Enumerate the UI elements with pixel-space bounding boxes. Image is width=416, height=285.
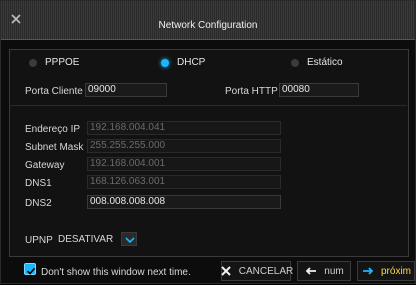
x-icon — [219, 264, 233, 278]
radio-estatico[interactable]: Estático — [291, 57, 343, 68]
upnp-label: UPNP — [25, 235, 53, 246]
radio-label: PPPOE — [45, 57, 80, 68]
ip-field[interactable]: 192.168.004.041 — [87, 121, 281, 135]
client-port-input[interactable]: 09000 — [85, 83, 167, 97]
connection-type: PPPOE DHCP Estático — [1, 57, 416, 75]
dont-show-label: Don't show this window next time. — [41, 267, 191, 278]
network-config-window: Network Configuration PPPOE DHCP Estátic… — [0, 0, 416, 284]
subnet-field[interactable]: 255.255.255.000 — [87, 139, 281, 153]
gateway-field[interactable]: 192.168.004.001 — [87, 157, 281, 171]
cancel-button[interactable]: CANCELAR — [219, 261, 294, 281]
radio-dhcp[interactable]: DHCP — [161, 57, 205, 68]
chevron-down-icon[interactable] — [121, 232, 137, 246]
client-port-label: Porta Cliente — [25, 86, 83, 97]
radio-icon — [291, 58, 299, 67]
radio-label: Estático — [307, 57, 343, 68]
subnet-label: Subnet Mask — [25, 142, 84, 153]
config-panel — [9, 49, 409, 257]
cancel-label: CANCELAR — [238, 265, 294, 277]
titlebar: Network Configuration — [1, 1, 415, 40]
dns1-label: DNS1 — [25, 178, 52, 189]
radio-selected-icon — [161, 58, 169, 67]
left-arrow-icon — [304, 264, 318, 278]
http-port-input[interactable]: 00080 — [279, 83, 359, 97]
prev-button[interactable]: num — [297, 261, 351, 281]
radio-icon — [29, 58, 37, 67]
dns2-label: DNS2 — [25, 198, 52, 209]
dns2-field[interactable]: 008.008.008.008 — [87, 195, 281, 209]
right-arrow-icon — [361, 264, 375, 278]
dont-show-checkbox[interactable] — [24, 263, 36, 275]
next-label: próxim — [380, 265, 411, 277]
prev-label: num — [324, 265, 344, 277]
dns1-field[interactable]: 168.126.063.001 — [87, 175, 281, 189]
radio-label: DHCP — [177, 57, 206, 68]
divider — [9, 105, 407, 106]
ip-label: Endereço IP — [25, 124, 81, 135]
radio-pppoe[interactable]: PPPOE — [29, 57, 79, 68]
gateway-label: Gateway — [25, 160, 65, 171]
page-title: Network Configuration — [158, 20, 258, 31]
upnp-value: DESATIVAR — [58, 234, 114, 245]
next-button[interactable]: próxim — [357, 261, 415, 281]
http-port-label: Porta HTTP — [225, 86, 278, 97]
